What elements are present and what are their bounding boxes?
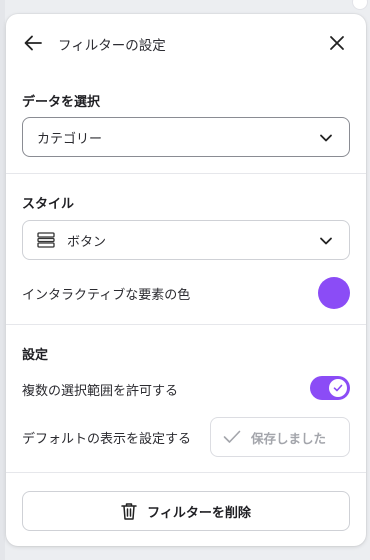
settings-section-label: 設定 (22, 348, 49, 363)
data-select-value: カテゴリー (37, 131, 103, 147)
style-section-label: スタイル (22, 197, 75, 212)
data-select[interactable]: カテゴリー (22, 117, 350, 157)
delete-filter-label: フィルターを削除 (147, 505, 251, 521)
toggle-knob (329, 379, 347, 397)
close-icon (330, 36, 344, 50)
close-button[interactable] (326, 32, 348, 54)
saved-button[interactable]: 保存しました (210, 417, 350, 457)
back-button[interactable] (22, 32, 44, 54)
filter-settings-panel: フィルターの設定 データを選択 カテゴリー スタイル ボタン インタラクティブな… (6, 14, 366, 546)
chevron-down-icon (320, 237, 332, 245)
style-select-value: ボタン (67, 234, 107, 250)
check-icon (223, 430, 241, 443)
check-icon (333, 384, 343, 392)
multi-select-label: 複数の選択範囲を許可する (22, 384, 179, 399)
interactive-color-label: インタラクティブな要素の色 (22, 288, 191, 303)
style-select[interactable]: ボタン (22, 220, 350, 260)
interactive-color-swatch[interactable] (318, 277, 350, 309)
section-divider (6, 173, 366, 174)
background-edge (0, 0, 5, 560)
delete-filter-button[interactable]: フィルターを削除 (22, 491, 350, 531)
rows-icon (37, 232, 55, 248)
arrow-left-icon (24, 35, 42, 51)
panel-title: フィルターの設定 (58, 38, 166, 54)
chevron-down-icon (320, 134, 332, 142)
section-divider (6, 324, 366, 325)
corner-handle (352, 0, 368, 10)
section-divider (6, 472, 366, 473)
data-section-label: データを選択 (22, 95, 101, 110)
multi-select-toggle[interactable] (310, 376, 350, 400)
panel-header: フィルターの設定 (6, 14, 366, 72)
saved-button-label: 保存しました (251, 430, 327, 446)
default-display-label: デフォルトの表示を設定する (22, 432, 192, 447)
trash-icon (121, 503, 137, 520)
